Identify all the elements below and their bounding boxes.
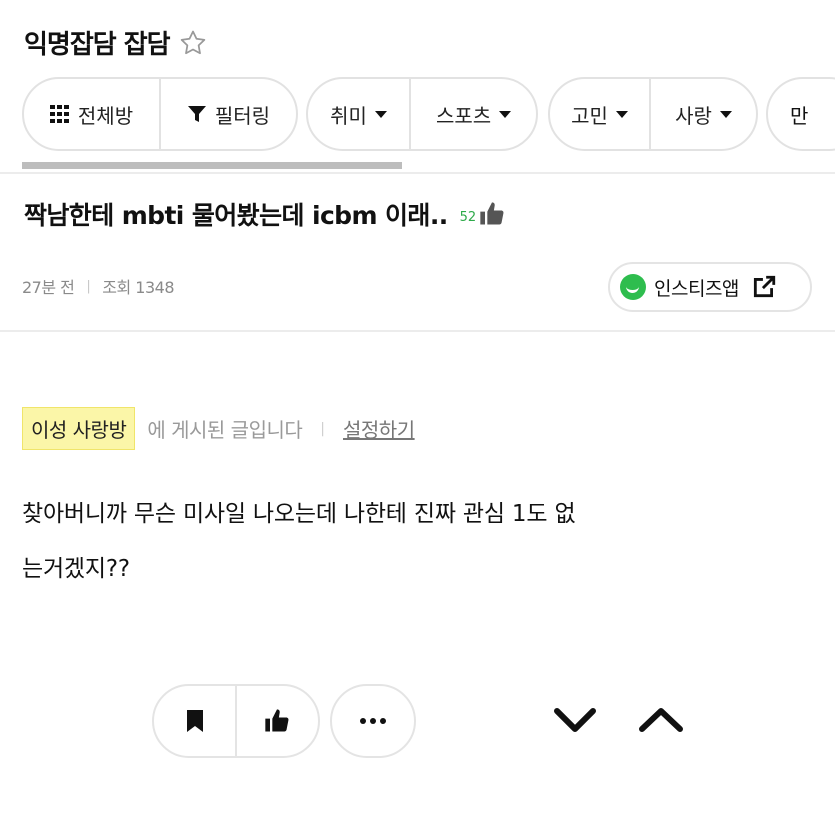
filter-funnel-icon bbox=[187, 106, 206, 122]
open-app-label: 인스티즈앱 bbox=[654, 277, 739, 300]
bookmark-button[interactable] bbox=[154, 686, 235, 756]
external-link-icon bbox=[751, 274, 777, 300]
thumbs-up-icon bbox=[265, 709, 289, 732]
all-rooms-button[interactable]: 전체방 bbox=[24, 79, 159, 149]
category-group-2: 고민 사랑 bbox=[548, 77, 758, 151]
previous-post-button[interactable] bbox=[634, 700, 688, 740]
category-group-1: 취미 스포츠 bbox=[306, 77, 538, 151]
board-title: 익명잡담 잡담 bbox=[24, 30, 171, 60]
board-tag[interactable]: 이성 사랑방 bbox=[22, 407, 136, 450]
like-button[interactable] bbox=[237, 686, 318, 756]
category-dropdown-hobby[interactable]: 취미 bbox=[308, 79, 409, 149]
filtering-button[interactable]: 필터링 bbox=[161, 79, 296, 149]
post-body-line: 는거겠지?? bbox=[22, 556, 130, 582]
caret-down-icon bbox=[615, 110, 628, 118]
all-rooms-label: 전체방 bbox=[77, 103, 134, 128]
star-outline-icon[interactable] bbox=[178, 28, 208, 58]
bookmark-icon bbox=[186, 710, 203, 732]
app-logo-icon bbox=[620, 274, 646, 300]
grid-icon bbox=[49, 105, 69, 123]
thumbs-up-icon bbox=[478, 200, 506, 228]
post-title: 짝남한테 mbti 물어봤는데 icbm 이래.. bbox=[24, 201, 448, 230]
notice-separator: | bbox=[320, 420, 325, 437]
post-body-line: 찾아버니까 무슨 미사일 나오는데 나한테 진짜 관심 1도 없 bbox=[22, 501, 576, 527]
post-meta: 27분 전 | 조회 1348 bbox=[22, 274, 175, 298]
divider bbox=[0, 172, 835, 174]
settings-link[interactable]: 설정하기 bbox=[343, 414, 415, 443]
category-dropdown-love[interactable]: 사랑 bbox=[651, 79, 756, 149]
post-body: 찾아버니까 무슨 미사일 나오는데 나한테 진짜 관심 1도 없 는거겠지?? bbox=[22, 487, 812, 597]
filter-bar: 전체방 필터링 취미 스포츠 고민 사랑 만 bbox=[22, 77, 835, 153]
caret-down-icon bbox=[374, 110, 387, 118]
board-notice: 이성 사랑방 에 게시된 글입니다 | 설정하기 bbox=[22, 407, 415, 450]
next-post-button[interactable] bbox=[550, 700, 600, 740]
post-actions bbox=[152, 684, 416, 758]
chevron-down-icon bbox=[554, 708, 596, 732]
meta-separator: | bbox=[86, 278, 91, 294]
divider bbox=[0, 330, 835, 332]
category-label: 고민 bbox=[571, 103, 608, 128]
board-notice-text: 에 게시된 글입니다 bbox=[147, 418, 303, 442]
category-label: 취미 bbox=[330, 103, 367, 128]
category-label: 스포츠 bbox=[435, 103, 492, 128]
category-label: 사랑 bbox=[675, 103, 712, 128]
category-dropdown-partial[interactable]: 만 bbox=[766, 77, 835, 151]
open-app-button[interactable]: 인스티즈앱 bbox=[608, 262, 812, 312]
filtering-label: 필터링 bbox=[214, 103, 271, 128]
board-header: 익명잡담 잡담 bbox=[24, 24, 208, 61]
like-count: 52 bbox=[459, 209, 477, 225]
more-options-button[interactable] bbox=[330, 684, 416, 758]
category-dropdown-sports[interactable]: 스포츠 bbox=[411, 79, 536, 149]
caret-down-icon bbox=[719, 110, 732, 118]
more-dots-icon bbox=[360, 718, 386, 724]
horizontal-scrollbar[interactable] bbox=[22, 162, 402, 169]
post-time: 27분 전 bbox=[22, 278, 75, 297]
chevron-up-icon bbox=[639, 708, 683, 732]
post-header: 짝남한테 mbti 물어봤는데 icbm 이래.. 52 bbox=[24, 196, 506, 232]
action-group bbox=[152, 684, 320, 758]
category-label: 만 bbox=[790, 103, 809, 128]
category-dropdown-worry[interactable]: 고민 bbox=[550, 79, 649, 149]
room-filter-group: 전체방 필터링 bbox=[22, 77, 298, 151]
view-count: 조회 1348 bbox=[102, 278, 175, 297]
caret-down-icon bbox=[499, 110, 512, 118]
